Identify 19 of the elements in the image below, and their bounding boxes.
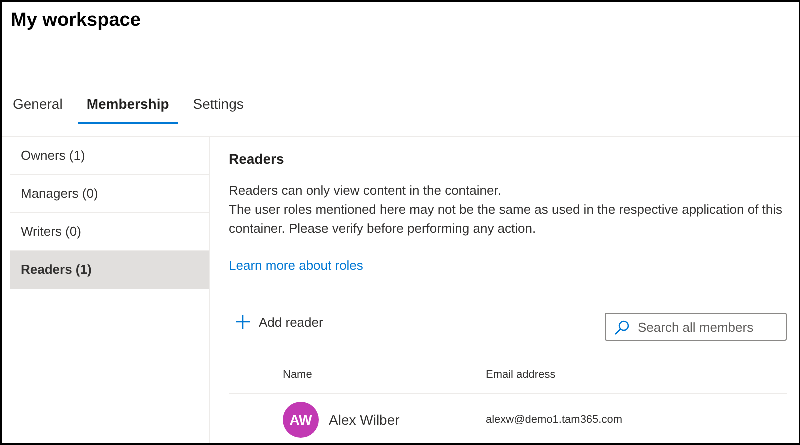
section-heading: Readers bbox=[229, 151, 284, 167]
member-name: Alex Wilber bbox=[329, 412, 400, 428]
sidebar-item[interactable]: Readers (1) bbox=[10, 251, 209, 289]
learn-more-link[interactable]: Learn more about roles bbox=[229, 258, 364, 273]
column-header: Name bbox=[283, 369, 312, 381]
avatar: AW bbox=[283, 402, 319, 438]
tab[interactable]: General bbox=[4, 85, 72, 124]
page-title: My workspace bbox=[11, 10, 141, 32]
search-field[interactable]: Search all members bbox=[605, 313, 787, 341]
description-text: Readers can only view content in the container. The user roles mentioned here may not be the same as used in the respective application of this container. Please verify before performing any action. bbox=[229, 182, 784, 238]
tab[interactable]: Membership bbox=[78, 85, 178, 124]
sidebar-item[interactable]: Managers (0) bbox=[10, 175, 209, 213]
tab[interactable]: Settings bbox=[184, 85, 253, 124]
sidebar-item[interactable]: Owners (1) bbox=[10, 137, 209, 175]
member-email: alexw@demo1.tam365.com bbox=[486, 414, 623, 426]
plus-icon bbox=[235, 314, 251, 330]
column-header: Email address bbox=[486, 369, 556, 381]
search-icon bbox=[614, 320, 630, 336]
add-reader-button[interactable]: Add reader bbox=[229, 310, 330, 334]
